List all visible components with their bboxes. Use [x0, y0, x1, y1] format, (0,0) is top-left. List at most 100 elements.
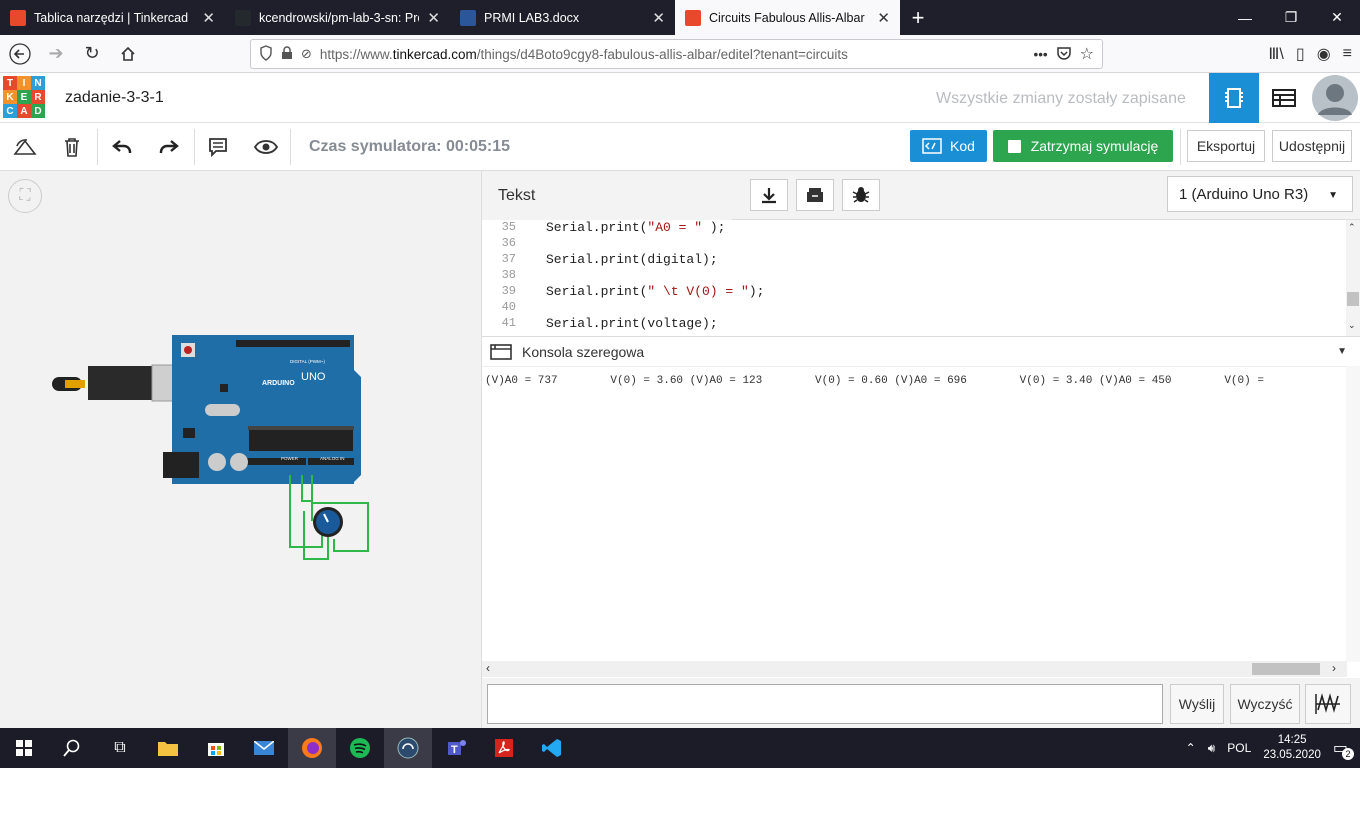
restore-button[interactable]: ❐ [1268, 0, 1314, 35]
delete-button[interactable] [57, 132, 87, 162]
logo-letter: D [31, 104, 45, 118]
line-number: 37 [501, 252, 516, 266]
undo-button[interactable] [107, 132, 137, 162]
code-editor[interactable]: 35 Serial.print("A0 = " ); 36 37 Serial.prin… [482, 220, 1360, 336]
firefox-icon[interactable] [288, 728, 336, 768]
tinkercad-logo[interactable]: TINKERCAD [3, 76, 45, 118]
sidebar-icon[interactable]: ▯ [1296, 44, 1305, 64]
code-icon [922, 138, 942, 154]
code-line[interactable]: 39 Serial.print(" \t V(0) = "); [482, 284, 1342, 300]
stop-simulation-button[interactable]: Zatrzymaj symulację [993, 130, 1173, 162]
board-power-label: POWER [281, 456, 299, 461]
acrobat-icon[interactable] [480, 728, 528, 768]
reload-button[interactable]: ↻ [76, 38, 108, 70]
input-language[interactable]: POL [1227, 741, 1251, 755]
download-button[interactable] [750, 179, 788, 211]
library-icon[interactable]: Ⅲ\ [1268, 44, 1283, 64]
potentiometer [313, 507, 343, 537]
console-horizontal-scrollbar[interactable]: ‹ › [482, 661, 1347, 677]
share-button[interactable]: Udostępnij [1272, 130, 1352, 162]
project-name[interactable]: zadanie-3-3-1 [65, 89, 164, 107]
browser-tab[interactable]: PRMI LAB3.docx ✕ [450, 0, 675, 35]
debugger-button[interactable] [842, 179, 880, 211]
notification-center-icon[interactable]: ▭ 2 [1333, 738, 1354, 760]
back-button[interactable] [4, 38, 36, 70]
new-tab-button[interactable]: + [900, 0, 936, 35]
url-bar[interactable]: ⊘ https://www.tinkercad.com/things/d4Bot… [250, 39, 1103, 69]
editor-mode-tab[interactable]: Tekst [482, 171, 732, 220]
code-button[interactable]: Kod [910, 130, 987, 162]
code-line[interactable]: 41 Serial.print(voltage); [482, 316, 1342, 332]
minimize-button[interactable]: — [1222, 0, 1268, 35]
close-tab-icon[interactable]: ✕ [652, 9, 665, 27]
close-window-button[interactable]: ✕ [1314, 0, 1360, 35]
code-line[interactable]: 37 Serial.print(digital); [482, 252, 1342, 268]
pocket-icon[interactable] [1056, 45, 1072, 64]
code-line[interactable]: 36 [482, 236, 1342, 252]
browser-tab[interactable]: Circuits Fabulous Allis-Albar | T ✕ [675, 0, 900, 35]
libraries-button[interactable] [796, 179, 834, 211]
spotify-icon[interactable] [336, 728, 384, 768]
circuit-canvas[interactable]: ⛶ ARDUINO UNO DIGITAL (PWM~) POWER ANALO… [0, 171, 481, 728]
volume-icon[interactable]: 🔊︎ [1208, 741, 1216, 756]
plotter-button[interactable] [1305, 684, 1351, 724]
url-text: https://www.tinkercad.com/things/d4Boto9… [319, 46, 848, 62]
circuit-icon [1225, 88, 1243, 108]
chevron-up-icon[interactable]: ⌃ [1186, 741, 1196, 755]
search-icon[interactable] [48, 728, 96, 768]
bookmark-star-icon[interactable]: ☆ [1080, 44, 1094, 64]
trash-icon [65, 138, 79, 157]
board-digital-label: DIGITAL (PWM~) [290, 359, 325, 364]
serial-input[interactable] [487, 684, 1163, 724]
forward-button[interactable]: ➔ [40, 38, 72, 70]
account-icon[interactable]: ◉ [1317, 44, 1331, 64]
rotate-button[interactable] [10, 132, 40, 162]
notes-button[interactable] [203, 132, 233, 162]
download-icon [762, 188, 776, 204]
circuit-view-button[interactable] [1209, 73, 1259, 123]
send-button[interactable]: Wyślij [1170, 684, 1224, 724]
components-list-button[interactable] [1259, 73, 1309, 123]
circuit-drawing[interactable]: ARDUINO UNO DIGITAL (PWM~) POWER ANALOG … [0, 171, 481, 728]
close-tab-icon[interactable]: ✕ [427, 9, 440, 27]
browser-tab[interactable]: kcendrowski/pm-lab-3-sn: Proj ✕ [225, 0, 450, 35]
code-line[interactable]: 40 [482, 300, 1342, 316]
close-tab-icon[interactable]: ✕ [877, 9, 890, 27]
start-button[interactable] [0, 728, 48, 768]
more-actions-icon[interactable]: ••• [1033, 47, 1047, 62]
task-view-icon[interactable]: ⧉ [96, 728, 144, 768]
bug-icon [852, 187, 870, 203]
redo-button[interactable] [154, 132, 184, 162]
system-tray: ⌃ 🔊︎ POL 14:25 23.05.2020 ▭ 2 [1186, 728, 1360, 768]
serial-console-title: Konsola szeregowa [522, 343, 645, 360]
user-avatar[interactable] [1309, 73, 1360, 123]
browser-tab[interactable]: Tablica narzędzi | Tinkercad ✕ [0, 0, 225, 35]
mail-icon[interactable] [240, 728, 288, 768]
store-icon[interactable] [192, 728, 240, 768]
code-line[interactable]: 38 [482, 268, 1342, 284]
vscode-icon[interactable] [528, 728, 576, 768]
svg-text:T: T [451, 744, 458, 756]
file-explorer-icon[interactable] [144, 728, 192, 768]
tab-favicon-icon [10, 9, 26, 26]
clear-button[interactable]: Wyczyść [1230, 684, 1300, 724]
collapse-console-icon[interactable]: ▼ [1337, 346, 1347, 357]
teams-icon[interactable]: T [432, 728, 480, 768]
console-vertical-scrollbar[interactable] [1346, 366, 1360, 662]
code-line[interactable]: 35 Serial.print("A0 = " ); [482, 220, 1342, 236]
device-select[interactable]: 1 (Arduino Uno R3) ▼ [1167, 176, 1353, 212]
visibility-button[interactable] [251, 132, 281, 162]
serial-console-header[interactable]: Konsola szeregowa ▼ [482, 336, 1360, 366]
clock[interactable]: 14:25 23.05.2020 [1263, 733, 1321, 763]
close-tab-icon[interactable]: ✕ [202, 9, 215, 27]
code-text: Serial.print(voltage); [546, 316, 718, 331]
menu-icon[interactable]: ≡ [1343, 45, 1352, 63]
code-vertical-scrollbar[interactable]: ⌃ ⌄ [1346, 220, 1360, 336]
support-app-icon[interactable] [384, 728, 432, 768]
home-button[interactable] [112, 38, 144, 70]
export-button[interactable]: Eksportuj [1187, 130, 1265, 162]
board-analog-label: ANALOG IN [320, 456, 345, 461]
permissions-icon[interactable]: ⊘ [301, 46, 312, 62]
